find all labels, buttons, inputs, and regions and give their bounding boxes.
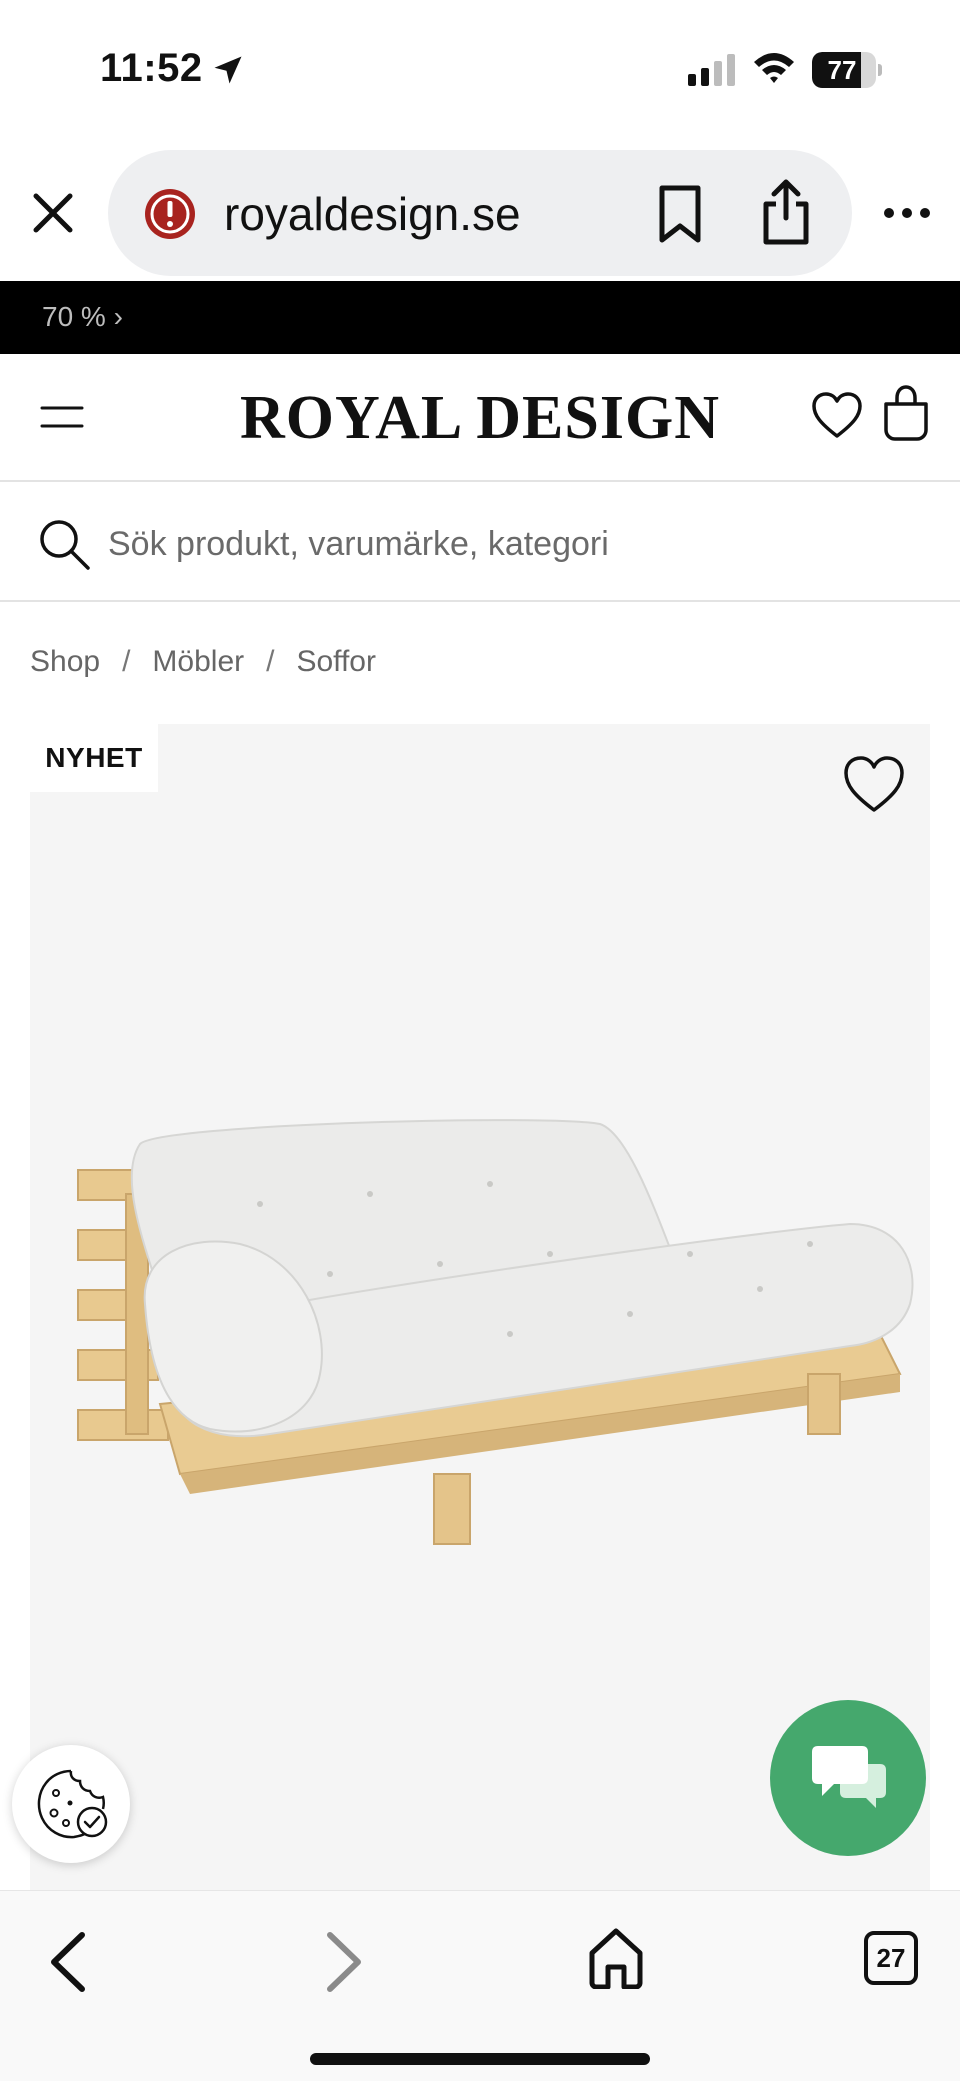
location-arrow-icon [214, 56, 242, 84]
heart-icon[interactable] [842, 754, 906, 816]
battery-cap [878, 64, 882, 76]
warning-icon[interactable] [142, 186, 198, 242]
chat-button[interactable] [770, 1700, 926, 1856]
chat-bubbles-icon [812, 1746, 886, 1808]
address-bar[interactable]: royaldesign.se [108, 150, 852, 276]
more-icon[interactable] [882, 196, 932, 230]
breadcrumb-soffor[interactable]: Soffor [296, 642, 376, 682]
cell-signal-icon [688, 54, 735, 86]
battery-body: 77 [812, 52, 876, 88]
browser-toolbar: 27 [0, 1890, 960, 2081]
tabs-button[interactable]: 27 [864, 1931, 918, 1985]
share-icon[interactable] [758, 178, 814, 246]
search-input[interactable] [108, 514, 928, 574]
breadcrumb-separator: / [266, 645, 275, 678]
status-bar: 11:52 77 [0, 0, 960, 140]
battery-icon: 77 [812, 52, 882, 88]
wifi-icon [754, 53, 794, 83]
back-icon[interactable] [44, 1929, 94, 1995]
url-text[interactable]: royaldesign.se [224, 186, 521, 242]
breadcrumb-separator: / [122, 645, 131, 678]
shopping-bag-icon[interactable] [882, 384, 930, 442]
heart-icon[interactable] [810, 390, 864, 442]
breadcrumb-shop[interactable]: Shop [30, 642, 100, 682]
search-icon[interactable] [36, 516, 92, 572]
cookie-settings-button[interactable] [12, 1745, 130, 1863]
promo-banner[interactable]: 70 % › [0, 281, 960, 354]
promo-text[interactable]: 70 % › [42, 300, 123, 334]
forward-icon[interactable] [318, 1929, 368, 1995]
product-image-panel[interactable]: NYHET [30, 724, 930, 1890]
battery-percent: 77 [827, 55, 857, 85]
new-badge: NYHET [30, 724, 158, 792]
bookmark-icon[interactable] [652, 184, 708, 244]
home-icon[interactable] [588, 1927, 644, 1989]
status-time: 11:52 [100, 46, 203, 90]
close-icon[interactable] [30, 190, 76, 236]
home-indicator [310, 2053, 650, 2065]
breadcrumb-mobler[interactable]: Möbler [152, 642, 244, 682]
sofa-product-image [77, 1119, 914, 1545]
breadcrumb: Shop / Möbler / Soffor [30, 642, 376, 682]
search-bar [0, 484, 960, 602]
cookie-settings-icon [37, 1769, 108, 1839]
site-header: ROYAL DESIGN [0, 354, 960, 482]
